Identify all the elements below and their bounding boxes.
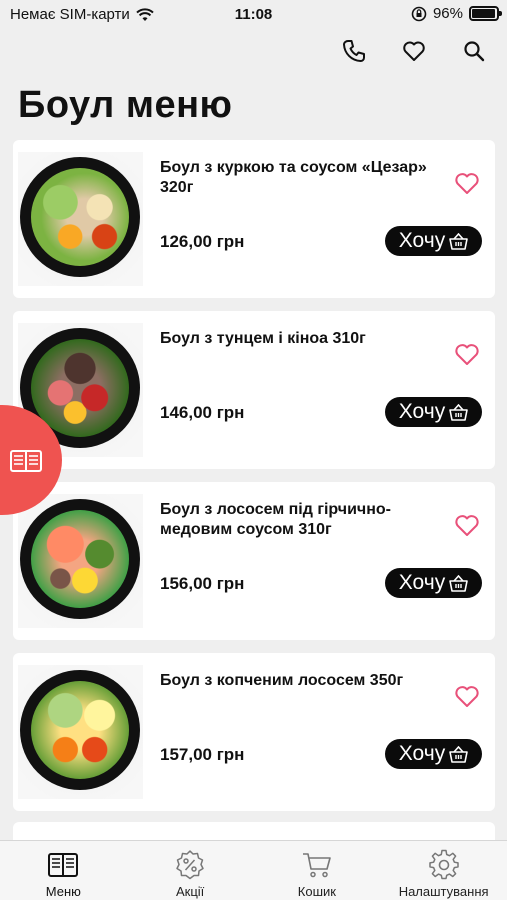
product-image <box>18 665 143 799</box>
want-button-label: Хочу <box>398 571 446 594</box>
heart-icon[interactable] <box>453 341 481 367</box>
basket-icon <box>449 403 469 421</box>
want-button-label: Хочу <box>398 229 446 252</box>
product-card[interactable]: Боул з лососем під гірчично-медовим соус… <box>13 482 495 640</box>
want-button[interactable]: Хочу <box>385 568 482 598</box>
tab-promotions[interactable]: Акції <box>127 841 254 900</box>
search-icon[interactable] <box>461 38 487 64</box>
heart-icon[interactable] <box>453 170 481 196</box>
heart-icon[interactable] <box>453 512 481 538</box>
product-name[interactable]: Боул з копченим лососем 350г <box>160 671 430 691</box>
rotation-lock-icon <box>411 6 427 21</box>
percent-badge-icon <box>176 850 204 880</box>
battery-icon <box>469 6 502 21</box>
product-name[interactable]: Боул з тунцем і кіноа 310г <box>160 329 430 349</box>
product-price: 157,00 грн <box>160 745 245 764</box>
bottom-tab-bar: Меню Акції Кошик Налаштування <box>0 840 507 900</box>
want-button-label: Хочу <box>398 742 446 765</box>
gear-icon <box>428 849 459 880</box>
product-name[interactable]: Боул з лососем під гірчично-медовим соус… <box>160 500 430 540</box>
product-list: Боул з куркою та соусом «Цезар» 320г 126… <box>13 140 495 824</box>
header-actions <box>341 38 487 64</box>
tab-label: Акції <box>175 884 205 899</box>
product-price: 146,00 грн <box>160 403 245 422</box>
menu-book-icon <box>10 450 42 472</box>
product-card[interactable]: Боул з копченим лососем 350г 157,00 грн … <box>13 653 495 811</box>
product-image <box>18 152 143 286</box>
basket-icon <box>449 232 469 250</box>
menu-book-icon <box>48 853 79 877</box>
status-bar: Немає SIM-карти 11:08 96% <box>0 0 507 30</box>
basket-icon <box>449 745 469 763</box>
want-button[interactable]: Хочу <box>385 397 482 427</box>
tab-label: Налаштування <box>398 884 489 899</box>
page-title: Боул меню <box>18 84 233 126</box>
product-price: 126,00 грн <box>160 232 245 251</box>
basket-icon <box>449 574 469 592</box>
product-card[interactable]: Боул з тунцем і кіноа 310г 146,00 грн Хо… <box>13 311 495 469</box>
battery-percent: 96% <box>432 5 463 22</box>
want-button[interactable]: Хочу <box>385 226 482 256</box>
want-button[interactable]: Хочу <box>385 739 482 769</box>
product-card[interactable]: Боул з куркою та соусом «Цезар» 320г 126… <box>13 140 495 298</box>
tab-menu[interactable]: Меню <box>0 841 127 900</box>
phone-icon[interactable] <box>341 38 367 64</box>
tab-label: Кошик <box>297 884 336 899</box>
tab-label: Меню <box>45 884 81 899</box>
tab-settings[interactable]: Налаштування <box>380 841 507 900</box>
cart-icon <box>302 853 331 878</box>
want-button-label: Хочу <box>398 400 446 423</box>
product-name[interactable]: Боул з куркою та соусом «Цезар» 320г <box>160 158 430 198</box>
floating-menu-tab[interactable] <box>0 405 62 515</box>
favorites-heart-icon[interactable] <box>401 38 427 64</box>
heart-icon[interactable] <box>453 683 481 709</box>
tab-cart[interactable]: Кошик <box>254 841 381 900</box>
product-price: 156,00 грн <box>160 574 245 593</box>
